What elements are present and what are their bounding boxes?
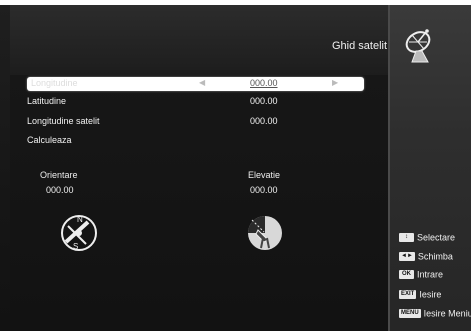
right-arrow-icon[interactable]: ▶: [332, 78, 338, 87]
orientation-value: 000.00: [46, 185, 74, 195]
calculate-row[interactable]: Calculeaza: [27, 134, 364, 148]
side-divider: [388, 5, 390, 331]
legend-enter: OK Intrare: [399, 269, 443, 281]
calculate-button[interactable]: Calculeaza: [27, 135, 72, 145]
svg-text:S: S: [73, 242, 78, 251]
legend-select: ↕ Selectare: [399, 232, 455, 244]
menu-key-icon: MENU: [399, 309, 421, 319]
leftright-key-icon: ◄►: [399, 252, 415, 262]
satellite-longitude-row[interactable]: Longitudine satelit 000.00: [27, 115, 364, 129]
legend-change: ◄► Schimba: [399, 251, 453, 262]
ok-key-icon: OK: [399, 270, 414, 280]
legend-exit-menu: MENU Iesire Meniu: [399, 308, 471, 319]
longitude-label: Longitudine: [31, 78, 78, 88]
updown-key-icon: ↕: [399, 233, 414, 243]
page-title: Ghid satelit: [332, 40, 388, 52]
satellite-longitude-value[interactable]: 000.00: [250, 116, 278, 126]
latitude-value[interactable]: 000.00: [250, 96, 278, 106]
compass-icon: N S: [61, 215, 97, 251]
elevation-label: Elevatie: [248, 170, 281, 180]
main-panel: [10, 75, 388, 331]
exit-key-icon: EXIT: [399, 290, 417, 300]
legend-exit: EXIT Iesire: [399, 289, 442, 300]
latitude-row[interactable]: Latitudine 000.00: [27, 95, 364, 109]
longitude-row[interactable]: Longitudine ◀ 000.00 ▶: [27, 77, 364, 91]
satellite-longitude-label: Longitudine satelit: [27, 116, 100, 126]
satellite-dish-icon: [405, 29, 431, 63]
svg-text:N: N: [77, 215, 83, 224]
latitude-label: Latitudine: [27, 96, 67, 106]
orientation-label: Orientare: [40, 170, 78, 180]
elevation-dish-icon: [248, 216, 282, 250]
longitude-value[interactable]: 000.00: [250, 78, 278, 88]
elevation-value: 000.00: [250, 185, 278, 195]
left-arrow-icon[interactable]: ◀: [199, 78, 205, 87]
